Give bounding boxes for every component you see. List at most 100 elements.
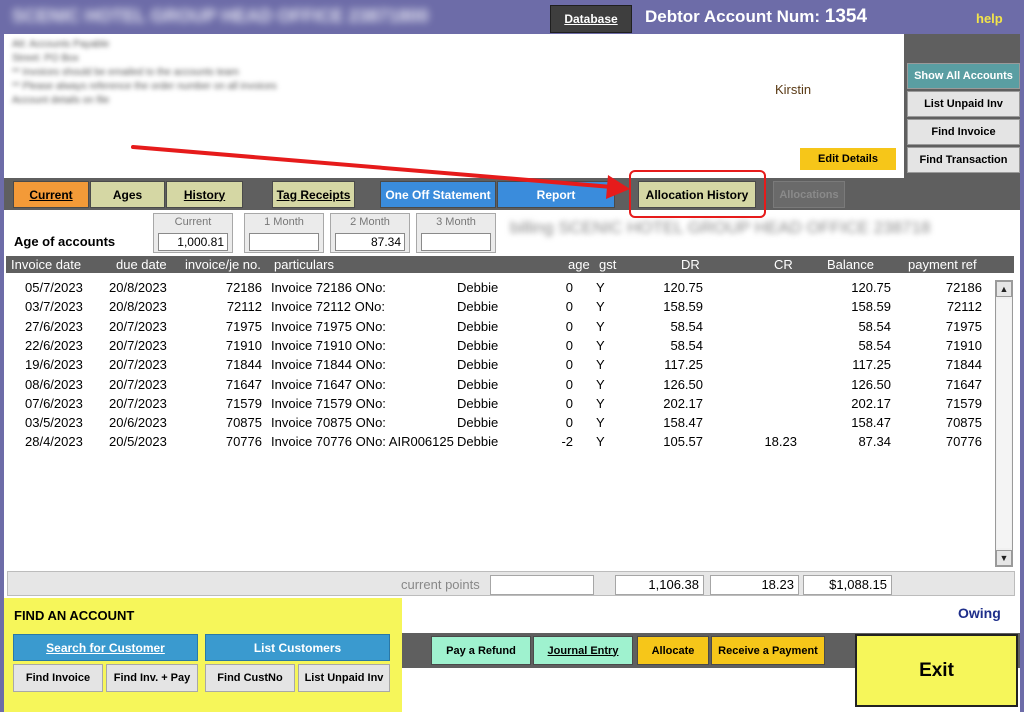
cell-due-date: 20/7/2023: [109, 357, 167, 373]
cell-invoice-no: 72186: [225, 280, 262, 295]
table-row[interactable]: 07/6/2023 20/7/2023 71579 Invoice 71579 ONo…: [6, 394, 992, 413]
table-row[interactable]: 08/6/2023 20/7/2023 71647 Invoice 71647 ONo…: [6, 375, 992, 394]
col-dr[interactable]: DR: [681, 256, 700, 273]
cell-age: 0: [565, 395, 573, 411]
cell-gst: Y: [596, 415, 605, 431]
cell-dr: 120.75: [663, 280, 703, 295]
cell-invoice-no: 71844: [225, 357, 262, 373]
cell-gst: Y: [596, 280, 605, 295]
cell-staff: Debbie: [457, 299, 499, 315]
col-age[interactable]: age: [568, 256, 590, 273]
highlight-box: [629, 170, 766, 218]
cell-invoice-date: 07/6/2023: [25, 395, 83, 411]
edit-details-button[interactable]: Edit Details: [800, 148, 896, 170]
cell-dr: 126.50: [663, 376, 703, 392]
cell-balance: 126.50: [851, 376, 891, 392]
cell-due-date: 20/8/2023: [109, 299, 167, 315]
col-invoice-no[interactable]: invoice/je no.: [185, 256, 261, 273]
cell-staff: Debbie: [457, 395, 499, 411]
table-row[interactable]: 27/6/2023 20/7/2023 71975 Invoice 71975 ONo…: [6, 317, 992, 336]
exit-button[interactable]: Exit: [855, 634, 1018, 707]
customer-title: SCENIC HOTEL GROUP HEAD OFFICE 23871800: [12, 6, 429, 26]
show-all-accounts-button[interactable]: Show All Accounts: [907, 63, 1020, 89]
total-balance: $1,088.15: [803, 575, 892, 595]
cell-gst: Y: [596, 395, 605, 411]
cell-payment-ref: 71910: [945, 337, 982, 353]
address-line: ** Please always reference the order num…: [12, 81, 277, 92]
cell-staff: Debbie: [457, 376, 499, 392]
col-balance[interactable]: Balance: [827, 256, 874, 273]
col-particulars[interactable]: particulars: [274, 256, 334, 273]
journal-entry-button[interactable]: Journal Entry: [533, 636, 633, 665]
account-number-label: Debtor Account Num: 1354: [645, 6, 867, 28]
cell-staff: Debbie: [457, 434, 499, 450]
tab-ages[interactable]: Ages: [90, 181, 165, 208]
cell-staff: Debbie: [457, 318, 499, 334]
find-transaction-button[interactable]: Find Transaction: [907, 147, 1020, 173]
pay-refund-button[interactable]: Pay a Refund: [431, 636, 531, 665]
cell-due-date: 20/7/2023: [109, 376, 167, 392]
cell-invoice-date: 19/6/2023: [25, 357, 83, 373]
list-unpaid-inv-button[interactable]: List Unpaid Inv: [907, 91, 1020, 117]
find-invoice-button[interactable]: Find Invoice: [907, 119, 1020, 145]
tab-one-off-statement[interactable]: One Off Statement: [380, 181, 496, 208]
tab-history[interactable]: History: [166, 181, 243, 208]
table-row[interactable]: 28/4/2023 20/5/2023 70776 Invoice 70776 ONo…: [6, 432, 992, 451]
cell-gst: Y: [596, 376, 605, 392]
cell-payment-ref: 71975: [945, 318, 982, 334]
address-line: Att: Accounts Payable: [12, 39, 110, 50]
cell-staff: Debbie: [457, 357, 499, 373]
frame-right: [1020, 34, 1024, 712]
table-row[interactable]: 03/5/2023 20/6/2023 70875 Invoice 70875 ONo…: [6, 413, 992, 432]
age-1-month-label: 1 Month: [264, 216, 304, 228]
cell-balance: 58.54: [858, 337, 891, 353]
col-gst[interactable]: gst: [599, 256, 616, 273]
cell-invoice-date: 22/6/2023: [25, 337, 83, 353]
search-customer-button[interactable]: Search for Customer: [13, 634, 198, 661]
scrollbar[interactable]: ▲ ▼: [995, 280, 1013, 567]
receive-payment-button[interactable]: Receive a Payment: [711, 636, 825, 665]
col-payment-ref[interactable]: payment ref: [908, 256, 977, 273]
col-cr[interactable]: CR: [774, 256, 793, 273]
age-2-month-label: 2 Month: [350, 216, 390, 228]
cell-staff: Debbie: [457, 337, 499, 353]
scroll-up-icon[interactable]: ▲: [996, 281, 1012, 297]
cell-cr: 18.23: [764, 434, 797, 450]
address-line: ** Invoices should be emailed to the acc…: [12, 67, 239, 78]
cell-balance: 58.54: [858, 318, 891, 334]
allocate-button[interactable]: Allocate: [637, 636, 709, 665]
age-current-value: 1,000.81: [158, 233, 228, 251]
list-unpaid-inv-bottom-button[interactable]: List Unpaid Inv: [298, 664, 390, 692]
tab-tag-receipts[interactable]: Tag Receipts: [272, 181, 355, 208]
find-custno-button[interactable]: Find CustNo: [205, 664, 295, 692]
tab-current[interactable]: Current: [13, 181, 89, 208]
billing-name: billing SCENIC HOTEL GROUP HEAD OFFICE 2…: [510, 218, 930, 237]
scroll-track[interactable]: [997, 299, 1011, 548]
col-invoice-date[interactable]: Invoice date: [11, 256, 81, 273]
cell-balance: 120.75: [851, 280, 891, 295]
cell-gst: Y: [596, 357, 605, 373]
scroll-down-icon[interactable]: ▼: [996, 550, 1012, 566]
age-current-box: Current 1,000.81: [153, 213, 233, 253]
table-row[interactable]: 05/7/2023 20/8/2023 72186 Invoice 72186 ONo…: [6, 278, 992, 297]
cell-invoice-date: 05/7/2023: [25, 280, 83, 295]
tab-report[interactable]: Report: [497, 181, 615, 208]
table-row[interactable]: 03/7/2023 20/8/2023 72112 Invoice 72112 ONo…: [6, 297, 992, 316]
cell-balance: 202.17: [851, 395, 891, 411]
cell-payment-ref: 71647: [945, 376, 982, 392]
cell-staff: Debbie: [457, 415, 499, 431]
age-3-month-value: [421, 233, 491, 251]
list-customers-button[interactable]: List Customers: [205, 634, 390, 661]
table-row[interactable]: 22/6/2023 20/7/2023 71910 Invoice 71910 ONo…: [6, 336, 992, 355]
table-row[interactable]: 19/6/2023 20/7/2023 71844 Invoice 71844 ONo…: [6, 355, 992, 374]
find-inv-pay-button[interactable]: Find Inv. + Pay: [106, 664, 198, 692]
cell-balance: 158.59: [851, 299, 891, 315]
help-link[interactable]: help: [976, 11, 1003, 26]
cell-dr: 117.25: [664, 357, 703, 373]
database-button[interactable]: Database: [550, 5, 632, 33]
cell-particulars: Invoice 71910 ONo:: [271, 337, 386, 353]
cell-particulars: Invoice 72186 ONo:: [271, 280, 386, 295]
find-invoice-bottom-button[interactable]: Find Invoice: [13, 664, 103, 692]
col-due-date[interactable]: due date: [116, 256, 167, 273]
contact-name: Kirstin: [775, 82, 812, 97]
